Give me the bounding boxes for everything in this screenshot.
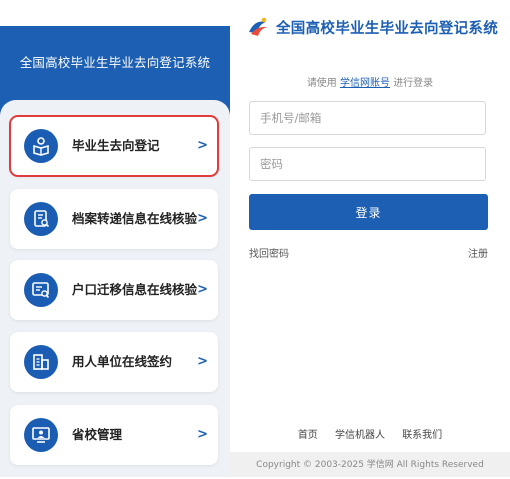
login-hint-suffix: 进行登录 [393, 78, 434, 89]
footer-nav: 首页 学信机器人 联系我们 [230, 426, 510, 441]
menu-item-household-verification[interactable]: 户口迁移信息在线核验 > [10, 260, 218, 320]
chevron-right-icon: > [197, 138, 208, 153]
forgot-password-link[interactable]: 找回密码 [249, 245, 289, 260]
chevron-right-icon: > [197, 282, 208, 297]
footer-link-home[interactable]: 首页 [298, 430, 318, 441]
menu-panel: 毕业生去向登记 > 档案转递信息在线核验 > 户口迁移信息在线核验 > 用人单位… [0, 100, 230, 477]
document-search-icon [24, 202, 58, 236]
register-link[interactable]: 注册 [468, 245, 488, 260]
xuexin-account-link[interactable]: 学信网账号 [340, 78, 390, 89]
chevron-right-icon: > [197, 354, 208, 369]
login-hint: 请使用 学信网账号 进行登录 [230, 74, 510, 89]
login-screen: 全国高校毕业生毕业去向登记系统 请使用 学信网账号 进行登录 登录 找回密码 注… [230, 0, 510, 477]
menu-item-employer-signing[interactable]: 用人单位在线签约 > [10, 332, 218, 392]
mobile-header-title: 全国高校毕业生毕业去向登记系统 [19, 55, 211, 70]
presentation-board-icon [24, 418, 58, 452]
menu-item-graduate-registration[interactable]: 毕业生去向登记 > [9, 115, 219, 177]
menu-item-label: 毕业生去向登记 [72, 138, 160, 153]
menu-item-label: 户口迁移信息在线核验 [72, 282, 198, 297]
menu-item-label: 用人单位在线签约 [72, 354, 173, 369]
footer-link-robot[interactable]: 学信机器人 [335, 430, 385, 441]
mobile-screen: 全国高校毕业生毕业去向登记系统 毕业生去向登记 > 档案转递信息在线核验 > 户… [0, 0, 230, 477]
copyright: Copyright © 2003-2025 学信网 All Rights Res… [230, 452, 510, 477]
footer-link-contact[interactable]: 联系我们 [402, 430, 442, 441]
brand-name: 全国高校毕业生毕业去向登记系统 [276, 20, 498, 37]
menu-item-archive-verification[interactable]: 档案转递信息在线核验 > [10, 189, 218, 249]
brand-logo-icon [249, 17, 267, 36]
menu-item-province-school-management[interactable]: 省校管理 > [10, 405, 218, 465]
graduate-book-icon [24, 129, 58, 163]
login-button[interactable]: 登录 [249, 194, 488, 230]
id-card-search-icon [24, 273, 58, 307]
login-hint-prefix: 请使用 [306, 78, 337, 89]
username-input[interactable] [249, 101, 486, 135]
menu-item-label: 档案转递信息在线核验 [72, 211, 198, 226]
chevron-right-icon: > [197, 211, 208, 226]
brand-header: 全国高校毕业生毕业去向登记系统 [246, 14, 498, 40]
password-input[interactable] [249, 147, 486, 181]
building-icon [24, 345, 58, 379]
menu-item-label: 省校管理 [72, 427, 123, 442]
chevron-right-icon: > [197, 427, 208, 442]
